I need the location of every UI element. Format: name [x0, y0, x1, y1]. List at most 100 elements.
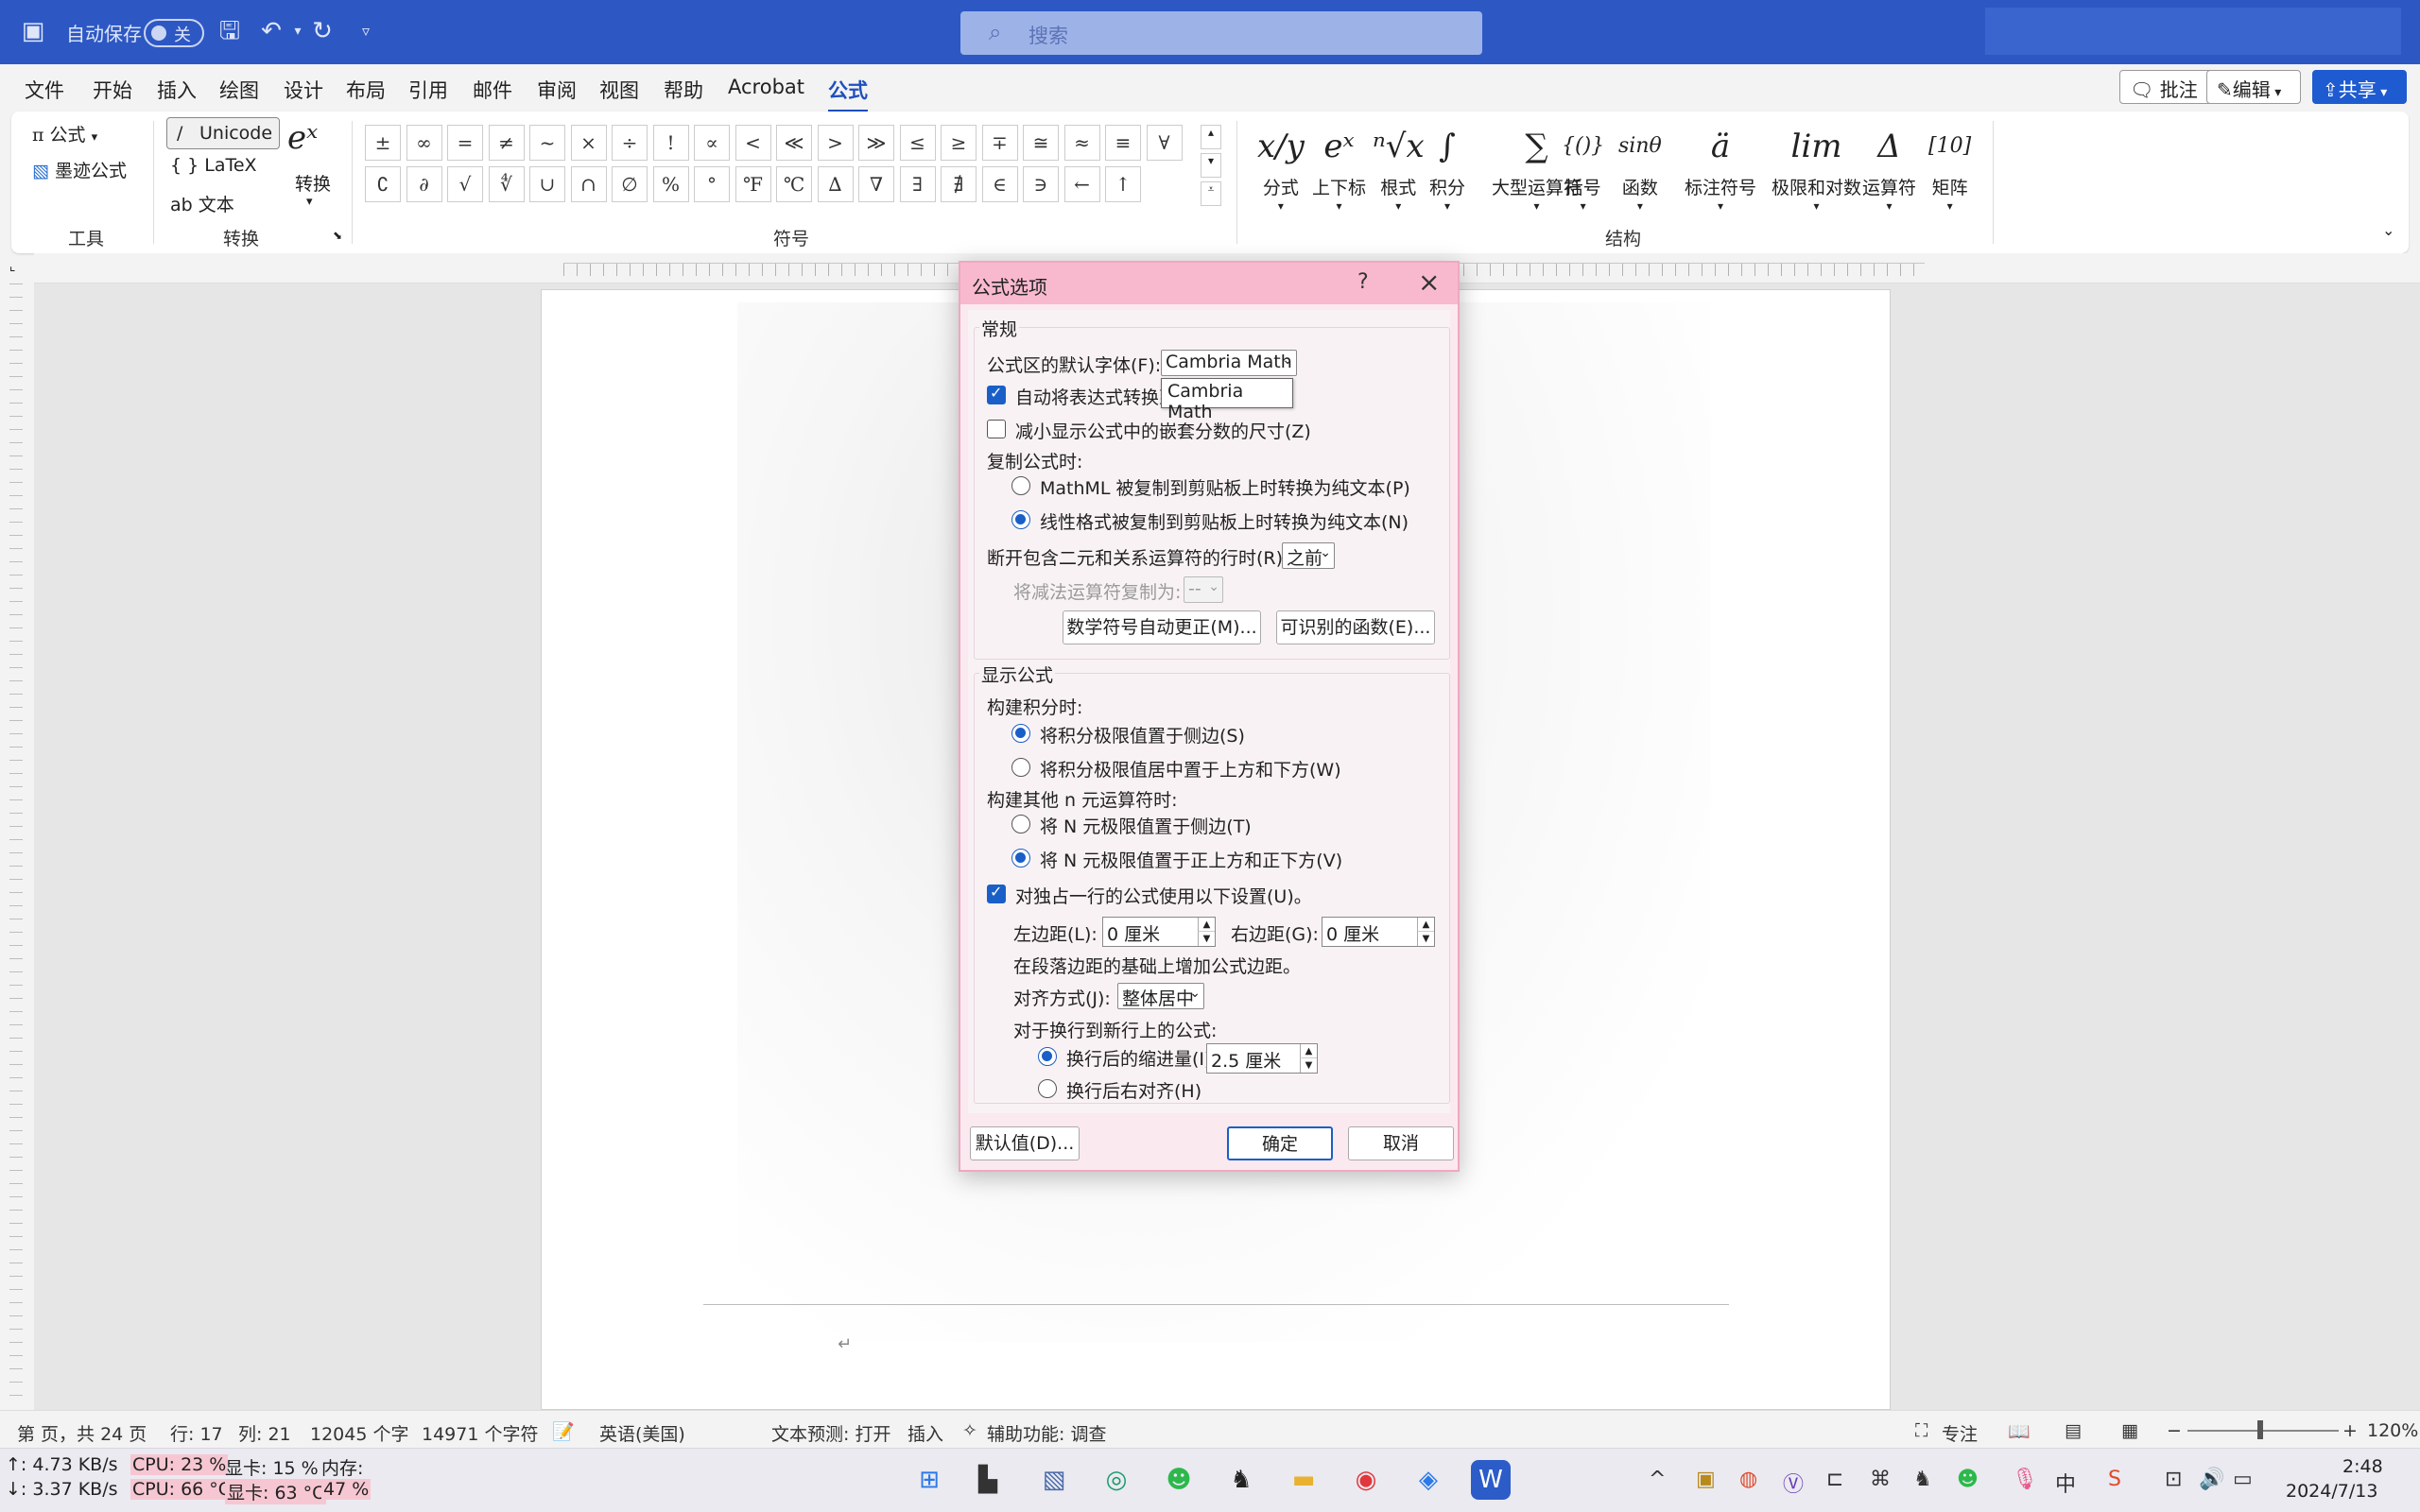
- structure-button[interactable]: eˣ 上下标 ▾: [1312, 119, 1366, 213]
- symbol-button[interactable]: ℉: [735, 166, 771, 202]
- ime-icon[interactable]: 中: [2055, 1468, 2076, 1498]
- zoom-slider-thumb[interactable]: [2257, 1420, 2263, 1439]
- symbol-button[interactable]: ∂: [406, 166, 442, 202]
- start-icon[interactable]: ⊞: [909, 1460, 949, 1500]
- usb-tray-icon[interactable]: ⊏: [1826, 1468, 1843, 1491]
- symbol-button[interactable]: ×: [570, 125, 607, 161]
- spin-down-icon[interactable]: ▼: [1198, 932, 1215, 946]
- symbol-button[interactable]: √: [447, 166, 483, 202]
- symbol-button[interactable]: ∩: [570, 166, 607, 202]
- tab-design[interactable]: 设计: [284, 76, 323, 104]
- file-explorer-icon[interactable]: ▬: [1284, 1460, 1323, 1500]
- symbol-button[interactable]: ∀: [1146, 125, 1183, 161]
- symbol-button[interactable]: ∝: [694, 125, 730, 161]
- gallery-more-icon[interactable]: ⩡: [1201, 181, 1221, 206]
- clock-time[interactable]: 2:48: [2342, 1456, 2383, 1477]
- convert-eqn-icon[interactable]: eˣ: [287, 119, 318, 157]
- editing-button[interactable]: ✎编辑 ▾: [2206, 70, 2301, 104]
- structure-button[interactable]: sinθ 函数 ▾: [1618, 119, 1662, 213]
- gallery-down-icon[interactable]: ▾: [1201, 153, 1221, 178]
- symbol-button[interactable]: ←: [1063, 166, 1100, 202]
- unicode-button[interactable]: / Unicode: [166, 117, 280, 149]
- tray-overflow-icon[interactable]: ^: [1649, 1468, 1666, 1491]
- wechat-icon[interactable]: ☻: [1159, 1460, 1199, 1500]
- word-count[interactable]: 12045 个字: [310, 1420, 408, 1446]
- recognized-functions-button[interactable]: 可识别的函数(E)...: [1276, 610, 1435, 644]
- auto-convert-checkbox[interactable]: [987, 384, 1006, 404]
- convert-label[interactable]: 转换: [295, 170, 331, 196]
- break-select[interactable]: 之前 ⌄: [1282, 542, 1335, 569]
- symbol-button[interactable]: ∅: [612, 166, 648, 202]
- indent-input[interactable]: 2.5 厘米 ▲ ▼: [1206, 1043, 1318, 1074]
- spin-down-icon[interactable]: ▼: [1417, 932, 1434, 946]
- vpn-tray-icon[interactable]: Ⓥ: [1783, 1468, 1804, 1498]
- symbol-button[interactable]: ≫: [858, 125, 894, 161]
- save-icon[interactable]: 🖫: [216, 17, 244, 45]
- edge-dev-icon[interactable]: ◎: [1097, 1460, 1136, 1500]
- photos-icon[interactable]: ▧: [1034, 1460, 1074, 1500]
- symbol-button[interactable]: ≪: [776, 125, 812, 161]
- integral-side-radio[interactable]: [1011, 724, 1030, 743]
- tab-layout[interactable]: 布局: [346, 76, 386, 104]
- symbol-button[interactable]: ∁: [365, 166, 401, 202]
- tab-equation[interactable]: 公式: [828, 76, 868, 113]
- structure-button[interactable]: ∫ 积分 ▾: [1429, 119, 1465, 213]
- vertical-ruler[interactable]: [0, 284, 34, 1410]
- tab-help[interactable]: 帮助: [664, 76, 703, 104]
- close-icon[interactable]: ×: [1418, 266, 1440, 298]
- spin-down-icon[interactable]: ▼: [1300, 1058, 1317, 1073]
- customize-qat-icon[interactable]: ▿: [352, 17, 380, 45]
- zoom-out-icon[interactable]: −: [2167, 1420, 2182, 1441]
- text-button[interactable]: ab 文本: [170, 191, 234, 216]
- tab-acrobat[interactable]: Acrobat: [728, 76, 804, 98]
- collapse-ribbon-icon[interactable]: ⌄: [2382, 221, 2394, 239]
- tab-review[interactable]: 审阅: [537, 76, 577, 104]
- gallery-up-icon[interactable]: ▴: [1201, 125, 1221, 149]
- language-indicator[interactable]: 英语(美国): [599, 1420, 685, 1446]
- tab-references[interactable]: 引用: [408, 76, 448, 104]
- symbol-button[interactable]: ≤: [899, 125, 936, 161]
- web-layout-icon[interactable]: ▦: [2121, 1420, 2138, 1441]
- dialog-title-bar[interactable]: 公式选项 ? ×: [960, 263, 1458, 304]
- symbol-button[interactable]: ∇: [858, 166, 894, 202]
- screenshot-tray-icon[interactable]: ⌘: [1870, 1468, 1891, 1491]
- word-app-icon[interactable]: ▣: [19, 17, 47, 45]
- symbol-button[interactable]: ≅: [1023, 125, 1059, 161]
- wechat-tray-icon[interactable]: ☻: [1957, 1468, 1979, 1491]
- tab-insert[interactable]: 插入: [157, 76, 197, 104]
- char-count[interactable]: 14971 个字符: [422, 1420, 538, 1446]
- tab-draw[interactable]: 绘图: [219, 76, 259, 104]
- structure-button[interactable]: Δ 运算符 ▾: [1862, 119, 1916, 213]
- wps-tray-icon[interactable]: S: [2108, 1468, 2121, 1491]
- autosave-toggle[interactable]: 关: [144, 19, 204, 47]
- text-predictions[interactable]: 文本预测: 打开: [771, 1420, 890, 1446]
- tab-home[interactable]: 开始: [93, 76, 132, 104]
- nary-center-radio[interactable]: [1011, 849, 1030, 868]
- left-margin-input[interactable]: 0 厘米 ▲ ▼: [1102, 917, 1216, 947]
- netease-music-icon[interactable]: ◉: [1346, 1460, 1386, 1500]
- align-select[interactable]: 整体居中 ⌄: [1117, 983, 1204, 1009]
- zoom-level[interactable]: 120%: [2367, 1420, 2418, 1441]
- symbol-button[interactable]: ∄: [941, 166, 977, 202]
- volume-icon[interactable]: 🔊: [2199, 1468, 2224, 1491]
- spin-up-icon[interactable]: ▲: [1417, 918, 1434, 932]
- help-icon[interactable]: ?: [1357, 270, 1369, 294]
- copy-mathml-radio[interactable]: [1011, 476, 1030, 495]
- spin-up-icon[interactable]: ▲: [1198, 918, 1215, 932]
- symbol-button[interactable]: =: [447, 125, 483, 161]
- symbol-button[interactable]: ≥: [941, 125, 977, 161]
- qq-icon[interactable]: ♞: [1221, 1460, 1261, 1500]
- symbol-button[interactable]: ÷: [612, 125, 648, 161]
- tab-view[interactable]: 视图: [599, 76, 639, 104]
- tab-mailings[interactable]: 邮件: [473, 76, 512, 104]
- nary-side-radio[interactable]: [1011, 815, 1030, 833]
- print-layout-icon[interactable]: ▤: [2065, 1420, 2082, 1441]
- symbol-button[interactable]: ∋: [1023, 166, 1059, 202]
- structure-button[interactable]: x/y 分式 ▾: [1257, 119, 1305, 213]
- accessibility-status[interactable]: 辅助功能: 调查: [987, 1420, 1106, 1446]
- structure-button[interactable]: ⁿ√x 根式 ▾: [1373, 119, 1425, 213]
- symbol-button[interactable]: ≈: [1063, 125, 1100, 161]
- chevron-down-icon[interactable]: ▾: [306, 195, 313, 209]
- integral-center-radio[interactable]: [1011, 758, 1030, 777]
- symbol-button[interactable]: ∓: [981, 125, 1018, 161]
